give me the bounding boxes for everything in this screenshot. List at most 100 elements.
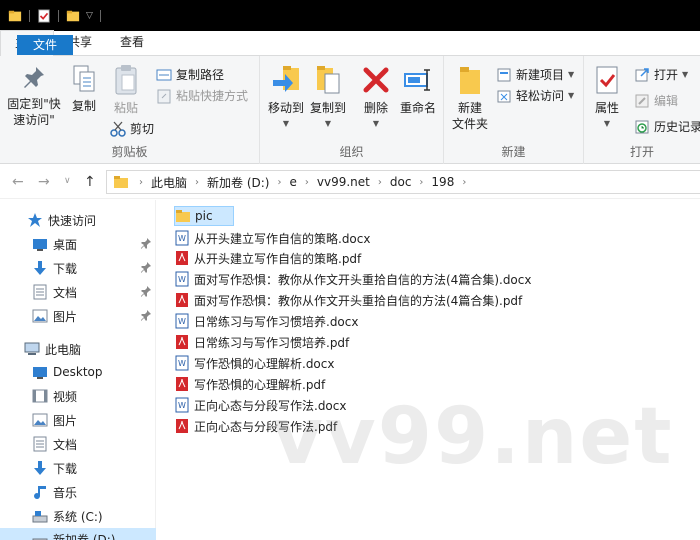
list-item[interactable]: W 正向心态与分段写作法.docx (174, 395, 346, 415)
back-arrow-icon[interactable]: ← (12, 174, 24, 190)
open-button[interactable]: 打开 ▼ (634, 66, 688, 83)
rename-button[interactable]: 重命名 (398, 64, 438, 116)
star-icon (28, 213, 42, 227)
breadcrumb-e[interactable]: e (281, 175, 304, 189)
file-name: 日常练习与写作习惯培养.pdf (194, 335, 350, 350)
sidebar-item-quick-access[interactable]: 快速访问 (0, 209, 156, 231)
list-item[interactable]: 写作恐惧的心理解析.pdf (174, 374, 325, 394)
history-label: 历史记录 (654, 120, 700, 134)
copy-label: 复制 (71, 99, 96, 113)
sidebar-item-downloads-pc[interactable]: 下载 (0, 457, 156, 479)
new-group: 新建 文件夹 新建项目 ▼ 轻松访问 ▼ 新建 (444, 56, 584, 164)
sidebar-item-videos[interactable]: 视频 (0, 385, 156, 407)
breadcrumb-drive-d[interactable]: 新加卷 (D:) (199, 174, 277, 191)
sidebar-item-label: 文档 (53, 285, 78, 300)
tab-file[interactable]: 文件 (17, 35, 74, 55)
copy-button[interactable]: 复制 (68, 64, 100, 114)
properties-icon[interactable] (37, 8, 51, 23)
navigation-bar: ← → ∨ ↑ › 此电脑 › 新加卷 (D:) › e › vv99.net … (0, 165, 700, 199)
pin-icon[interactable] (140, 261, 152, 273)
open-icon (635, 67, 649, 81)
sidebar-item-desktop[interactable]: 桌面 (0, 233, 156, 255)
easy-access-button[interactable]: 轻松访问 ▼ (496, 87, 574, 104)
move-to-dropdown-icon: ▼ (282, 119, 290, 128)
up-arrow-icon[interactable]: ↑ (84, 174, 96, 190)
forward-arrow-icon[interactable]: → (38, 174, 50, 190)
pin-icon[interactable] (140, 309, 152, 321)
sidebar-item-drive-c[interactable]: 系统 (C:) (0, 505, 156, 527)
list-item[interactable]: W 日常练习与写作习惯培养.docx (174, 311, 358, 331)
breadcrumb-separator[interactable]: › (462, 177, 466, 188)
sidebar-item-pictures-pc[interactable]: 图片 (0, 409, 156, 431)
list-item[interactable]: 正向心态与分段写作法.pdf (174, 416, 337, 436)
sidebar-item-music[interactable]: 音乐 (0, 481, 156, 503)
address-bar[interactable]: › 此电脑 › 新加卷 (D:) › e › vv99.net › doc › … (106, 170, 700, 194)
new-item-button[interactable]: 新建项目 ▼ (496, 66, 574, 83)
copy-to-label: 复制到 (309, 101, 346, 115)
sidebar-item-documents[interactable]: 文档 (0, 281, 156, 303)
word-document-icon: W (175, 313, 189, 329)
file-name: 面对写作恐惧：教你从作文开头重拾自信的方法(4篇合集).pdf (194, 293, 523, 308)
list-item[interactable]: W 写作恐惧的心理解析.docx (174, 353, 334, 373)
new-folder-icon[interactable] (66, 9, 80, 23)
sidebar-item-label: 下载 (53, 461, 78, 476)
copy-path-button[interactable]: 复制路径 (156, 66, 224, 83)
paste-button[interactable]: 粘贴 (108, 64, 144, 116)
copy-to-button[interactable]: 复制到 ▼ (308, 64, 348, 132)
breadcrumb-198[interactable]: 198 (423, 175, 462, 189)
customize-toolbar-icon[interactable]: ▽ (86, 11, 93, 21)
delete-dropdown-icon: ▼ (372, 119, 380, 128)
sidebar-item-label: 文档 (53, 437, 78, 452)
title-separator (58, 9, 59, 22)
list-item[interactable]: 日常练习与写作习惯培养.pdf (174, 332, 349, 352)
sidebar-item-documents-pc[interactable]: 文档 (0, 433, 156, 455)
list-item[interactable]: W 从开头建立写作自信的策略.docx (174, 228, 370, 248)
sidebar-item-label: 图片 (53, 413, 78, 428)
properties-button[interactable]: 属性 ▼ (590, 64, 624, 132)
paste-label: 粘贴 (113, 101, 138, 115)
pdf-document-icon (176, 251, 188, 265)
copy-path-label: 复制路径 (176, 68, 225, 82)
download-arrow-icon (34, 461, 46, 475)
new-folder-button[interactable]: 新建 文件夹 (450, 64, 490, 132)
sidebar-item-this-pc[interactable]: 此电脑 (0, 338, 156, 360)
clipboard-group: 固定到"快速访问" 复制 粘贴 复制路径 粘贴快捷方式 剪切 剪贴板 (0, 56, 260, 164)
file-name: 面对写作恐惧：教你从作文开头重拾自信的方法(4篇合集).docx (194, 272, 532, 287)
open-group: 属性 ▼ 打开 ▼ 编辑 历史记录 打开 (584, 56, 700, 164)
properties-icon (596, 66, 618, 94)
sidebar-item-pictures[interactable]: 图片 (0, 305, 156, 327)
list-item-folder-pic[interactable]: pic (174, 206, 234, 226)
pin-quick-access-button[interactable]: 固定到"快速访问" (4, 64, 64, 128)
pin-icon[interactable] (140, 285, 152, 297)
pin-icon[interactable] (140, 237, 152, 249)
video-icon (32, 389, 48, 403)
delete-button[interactable]: 删除 ▼ (360, 64, 392, 132)
tab-view[interactable]: 查看 (106, 30, 158, 55)
new-folder-icon (460, 67, 480, 94)
title-separator (29, 9, 30, 22)
scissors-icon (110, 121, 126, 137)
cut-label: 剪切 (130, 122, 155, 136)
picture-icon (32, 309, 48, 323)
recent-locations-icon[interactable]: ∨ (64, 176, 71, 186)
download-arrow-icon (34, 261, 46, 275)
breadcrumb-doc[interactable]: doc (382, 175, 420, 189)
move-to-button[interactable]: 移动到 ▼ (266, 64, 306, 132)
breadcrumb-vv99[interactable]: vv99.net (309, 175, 378, 189)
list-item[interactable]: 面对写作恐惧：教你从作文开头重拾自信的方法(4篇合集).pdf (174, 290, 522, 310)
organize-group-label: 组织 (339, 145, 364, 159)
list-item[interactable]: W 面对写作恐惧：教你从作文开头重拾自信的方法(4篇合集).docx (174, 269, 531, 289)
list-item[interactable]: 从开头建立写作自信的策略.pdf (174, 248, 361, 268)
cut-button[interactable]: 剪切 (110, 120, 154, 137)
sidebar-item-drive-d[interactable]: 新加卷 (D:) (0, 528, 156, 540)
sidebar-item-downloads[interactable]: 下载 (0, 257, 156, 279)
sidebar-item-label: 此电脑 (45, 342, 82, 357)
paste-shortcut-button[interactable]: 粘贴快捷方式 (156, 87, 248, 104)
sidebar-item-desktop-pc[interactable]: Desktop (0, 361, 156, 383)
properties-dropdown-icon: ▼ (603, 119, 611, 128)
breadcrumb-separator[interactable]: › (129, 177, 143, 188)
edit-button[interactable]: 编辑 (634, 92, 678, 109)
breadcrumb-this-pc[interactable]: 此电脑 (143, 174, 195, 191)
history-button[interactable]: 历史记录 (634, 118, 700, 135)
sidebar-item-label: 新加卷 (D:) (53, 532, 116, 540)
